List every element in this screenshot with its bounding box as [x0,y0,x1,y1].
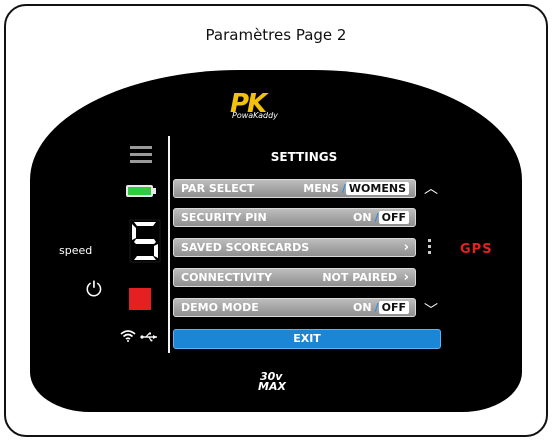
chevron-up-icon[interactable]: ︿ [424,178,438,198]
exit-button[interactable]: EXIT [173,329,441,349]
chevron-down-icon[interactable]: ﹀ [424,300,438,320]
row-toggle[interactable]: MENS / WOMENS [300,182,409,195]
row-label: DEMO MODE [181,301,259,314]
power-icon[interactable]: ⏻ [86,279,102,299]
stop-icon[interactable] [129,288,151,310]
wifi-icon [120,329,136,346]
row-label: SAVED SCORECARDS [181,241,310,254]
page-title: Paramètres Page 2 [205,26,347,44]
model-bottom: MAX [258,380,286,393]
option-on[interactable]: ON [350,211,375,224]
option-off[interactable]: OFF [378,301,409,314]
row-value: NOT PAIRED [322,271,397,284]
gps-indicator: GPS [460,242,493,257]
speed-label: speed [59,244,93,257]
option-off[interactable]: OFF [378,211,409,224]
row-toggle[interactable]: ON / OFF [350,301,409,314]
option-on[interactable]: ON [350,301,375,314]
row-security-pin[interactable]: SECURITY PIN ON / OFF [173,208,416,227]
model-logo: 30v MAX [258,370,298,394]
logo-subtext: PowaKaddy [232,111,278,120]
row-saved-scorecards[interactable]: SAVED SCORECARDS › [173,238,416,257]
row-par-select[interactable]: PAR SELECT MENS / WOMENS [173,179,416,198]
chevron-right-icon: › [403,270,409,285]
scroll-indicator [428,239,432,257]
battery-icon [126,185,153,197]
battery-tip [153,188,156,194]
option-mens[interactable]: MENS [300,182,342,195]
settings-title: SETTINGS [270,150,338,164]
row-toggle[interactable]: ON / OFF [350,211,409,224]
option-womens[interactable]: WOMENS [345,182,409,195]
chevron-right-icon: › [403,240,409,255]
row-demo-mode[interactable]: DEMO MODE ON / OFF [173,298,416,317]
row-label: PAR SELECT [181,182,255,195]
row-connectivity[interactable]: CONNECTIVITY NOT PAIRED › [173,268,416,287]
row-label: SECURITY PIN [181,211,267,224]
divider-line [168,136,170,353]
speed-display [129,219,161,263]
usb-icon [140,331,158,345]
brand-logo: PK PowaKaddy [220,89,340,120]
row-label: CONNECTIVITY [181,271,273,284]
